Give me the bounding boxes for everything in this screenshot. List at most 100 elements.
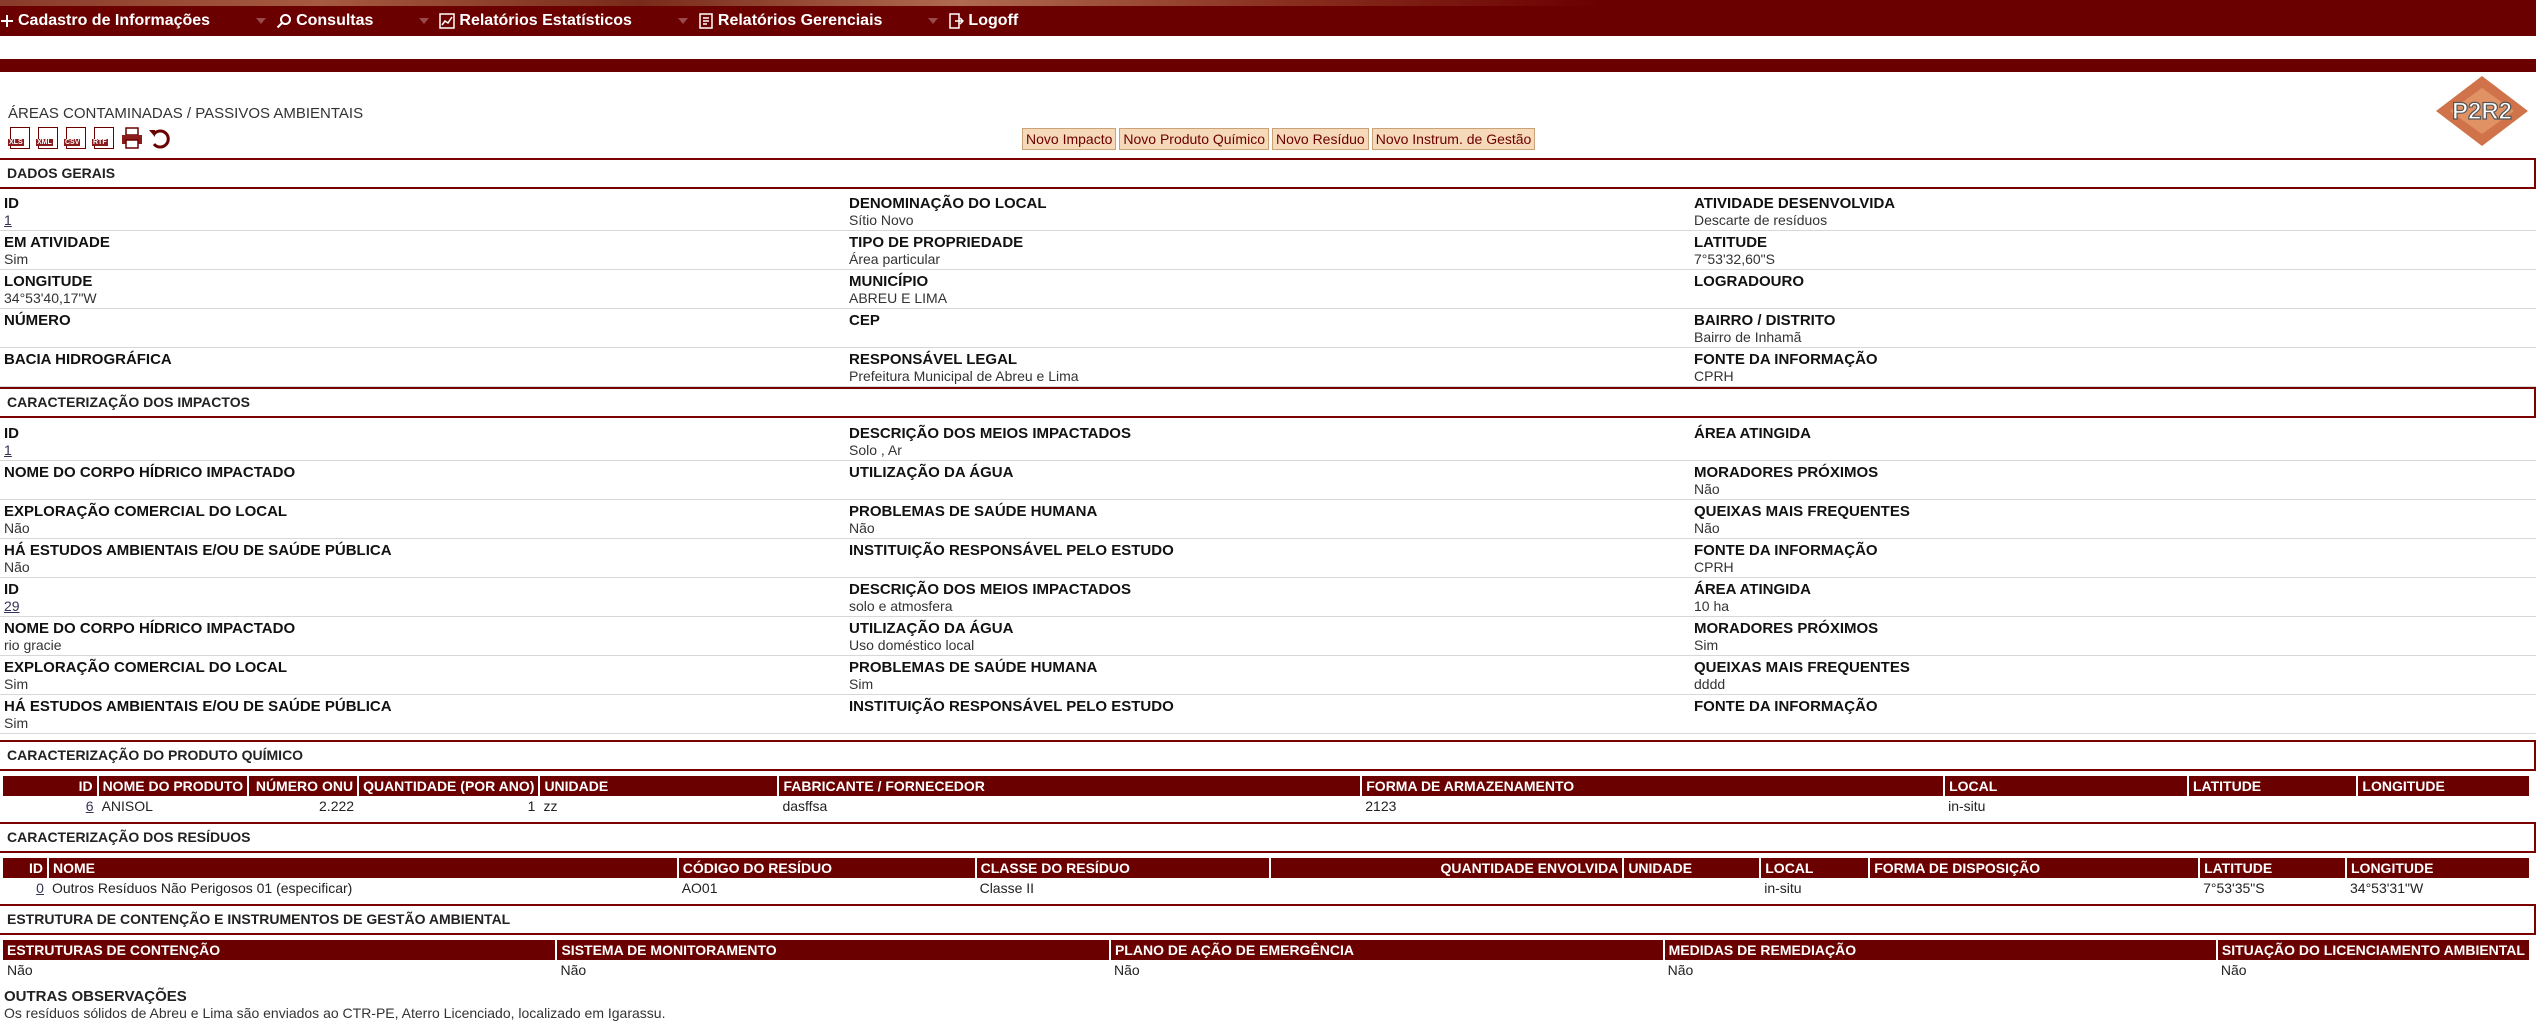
icon-caption: XML	[36, 139, 53, 146]
export-xls-button[interactable]: XLS	[8, 126, 32, 150]
section-residuos: CARACTERIZAÇÃO DOS RESÍDUOS	[0, 822, 2536, 853]
table-cell: 6	[3, 796, 98, 816]
field-label: QUEIXAS MAIS FREQUENTES	[1694, 659, 1910, 676]
field-label: QUEIXAS MAIS FREQUENTES	[1694, 503, 1910, 520]
column-header[interactable]: LATITUDE	[2187, 776, 2359, 796]
menu-relatorios-estatisticos[interactable]: Relatórios Estatísticos	[439, 12, 688, 30]
chevron-down-icon	[677, 18, 688, 24]
field-label: HÁ ESTUDOS AMBIENTAIS E/OU DE SAÚDE PÚBL…	[4, 542, 392, 559]
print-button[interactable]	[120, 126, 144, 150]
top-menu-bar: Cadastro de Informações Consultas Relató…	[0, 0, 2536, 36]
novo-impacto-button[interactable]: Novo Impacto	[1022, 128, 1117, 150]
column-header[interactable]: LONGITUDE	[2346, 858, 2531, 878]
novo-residuo-button[interactable]: Novo Resíduo	[1272, 128, 1369, 150]
menu-relatorios-gerenciais[interactable]: Relatórios Gerenciais	[698, 12, 939, 30]
column-header[interactable]: LATITUDE	[2199, 858, 2347, 878]
column-header[interactable]: LOCAL	[1944, 776, 2189, 796]
column-header[interactable]: LOCAL	[1760, 858, 1871, 878]
field-cell: EM ATIVIDADE Sim	[0, 231, 845, 269]
field-value: Não	[4, 520, 30, 536]
menu-consultas[interactable]: Consultas	[276, 12, 430, 30]
table-cell: in-situ	[1764, 880, 1802, 896]
novo-instrum-gestao-button[interactable]: Novo Instrum. de Gestão	[1371, 128, 1536, 150]
field-label: ATIVIDADE DESENVOLVIDA	[1694, 195, 1896, 212]
field-value: Uso doméstico local	[849, 637, 975, 653]
field-label: MUNICÍPIO	[849, 273, 929, 290]
column-header[interactable]: ID	[3, 776, 99, 796]
export-xml-button[interactable]: XML	[36, 126, 60, 150]
back-button[interactable]	[148, 126, 172, 150]
column-header[interactable]: CLASSE DO RESÍDUO	[975, 858, 1272, 878]
field-label: UTILIZAÇÃO DA ÁGUA	[849, 620, 1014, 637]
column-header[interactable]: UNIDADE	[1623, 858, 1762, 878]
field-value: Sim	[849, 676, 874, 692]
record-id-link[interactable]: 1	[4, 442, 12, 458]
column-header[interactable]: NOME DO PRODUTO	[97, 776, 250, 796]
novo-produto-quimico-button[interactable]: Novo Produto Químico	[1119, 128, 1269, 150]
column-header[interactable]: SISTEMA DE MONITORAMENTO	[556, 940, 1111, 960]
field-cell: HÁ ESTUDOS AMBIENTAIS E/OU DE SAÚDE PÚBL…	[0, 539, 845, 577]
field-cell: UTILIZAÇÃO DA ÁGUA	[845, 461, 1690, 499]
record-id-link[interactable]: 29	[4, 598, 20, 614]
field-row: NOME DO CORPO HÍDRICO IMPACTADO UTILIZAÇÃ…	[0, 461, 2536, 500]
export-csv-button[interactable]: CSV	[64, 126, 88, 150]
estrutura-table: ESTRUTURAS DE CONTENÇÃO SISTEMA DE MONITO…	[3, 940, 2532, 980]
field-value: Sim	[4, 715, 29, 731]
field-row: HÁ ESTUDOS AMBIENTAIS E/OU DE SAÚDE PÚBL…	[0, 539, 2536, 578]
table-cell: Não	[1667, 962, 1694, 978]
table-cell	[1623, 878, 1760, 898]
table-cell: in-situ	[1948, 798, 1986, 814]
field-value: solo e atmosfera	[849, 598, 953, 614]
column-header[interactable]: ESTRUTURAS DE CONTENÇÃO	[3, 940, 558, 960]
field-cell: DESCRIÇÃO DOS MEIOS IMPACTADOS Solo , Ar	[845, 422, 1690, 460]
record-id-link[interactable]: 6	[86, 798, 94, 814]
xml-file-icon: XML	[36, 127, 58, 149]
table-cell	[1270, 878, 1623, 898]
table-header-row: ESTRUTURAS DE CONTENÇÃO SISTEMA DE MONITO…	[3, 940, 2532, 960]
field-cell: EXPLORAÇÃO COMERCIAL DO LOCAL Sim	[0, 656, 845, 694]
field-cell: CEP	[845, 309, 1690, 347]
field-value: 1	[4, 442, 841, 458]
column-header[interactable]: ID	[3, 858, 49, 878]
column-header[interactable]: NOME	[47, 858, 679, 878]
record-id-link[interactable]: 0	[36, 880, 44, 896]
field-cell: INSTITUIÇÃO RESPONSÁVEL PELO ESTUDO	[845, 539, 1690, 577]
column-header[interactable]: NÚMERO ONU	[248, 776, 360, 796]
field-value: Sim	[4, 676, 29, 692]
column-header[interactable]: QUANTIDADE ENVOLVIDA	[1270, 858, 1625, 878]
export-toolbar: XLS XML CSV RTF	[8, 126, 172, 150]
chevron-down-icon	[928, 18, 939, 24]
column-header[interactable]: FABRICANTE / FORNECEDOR	[778, 776, 1363, 796]
column-header[interactable]: PLANO DE AÇÃO DE EMERGÊNCIA	[1109, 940, 1665, 960]
field-label: ÁREA ATINGIDA	[1694, 425, 1811, 442]
table-cell: 0	[3, 878, 48, 898]
table-cell	[2188, 796, 2357, 816]
column-header[interactable]: LONGITUDE	[2357, 776, 2531, 796]
column-header[interactable]: FORMA DE ARMAZENAMENTO	[1361, 776, 1946, 796]
field-label: ID	[4, 195, 19, 212]
field-cell: LATITUDE 7°53'32,60"S	[1690, 231, 2535, 269]
field-label: INSTITUIÇÃO RESPONSÁVEL PELO ESTUDO	[849, 542, 1174, 559]
column-header[interactable]: QUANTIDADE (POR ANO)	[358, 776, 541, 796]
column-header[interactable]: UNIDADE	[539, 776, 780, 796]
column-header[interactable]: FORMA DE DISPOSIÇÃO	[1869, 858, 2201, 878]
field-label: LATITUDE	[1694, 234, 1768, 251]
field-value: Sim	[4, 251, 29, 267]
column-header[interactable]: MEDIDAS DE REMEDIAÇÃO	[1663, 940, 2218, 960]
field-cell: PROBLEMAS DE SAÚDE HUMANA Sim	[845, 656, 1690, 694]
column-header[interactable]: CÓDIGO DO RESÍDUO	[677, 858, 977, 878]
field-label: LONGITUDE	[4, 273, 93, 290]
menu-cadastro[interactable]: Cadastro de Informações	[0, 12, 267, 30]
table-cell: 2.222	[319, 798, 355, 814]
field-cell: ÁREA ATINGIDA	[1690, 422, 2535, 460]
field-label: NÚMERO	[4, 312, 71, 329]
export-rtf-button[interactable]: RTF	[92, 126, 116, 150]
xls-file-icon: XLS	[8, 127, 30, 149]
record-id-link[interactable]: 1	[4, 212, 12, 228]
field-label: UTILIZAÇÃO DA ÁGUA	[849, 464, 1014, 481]
field-cell: MORADORES PRÓXIMOS Não	[1690, 461, 2535, 499]
field-cell: MORADORES PRÓXIMOS Sim	[1690, 617, 2535, 655]
menu-logoff[interactable]: Logoff	[948, 12, 1018, 30]
column-header[interactable]: SITUAÇÃO DO LICENCIAMENTO AMBIENTAL	[2216, 940, 2532, 960]
report-icon	[699, 13, 713, 29]
